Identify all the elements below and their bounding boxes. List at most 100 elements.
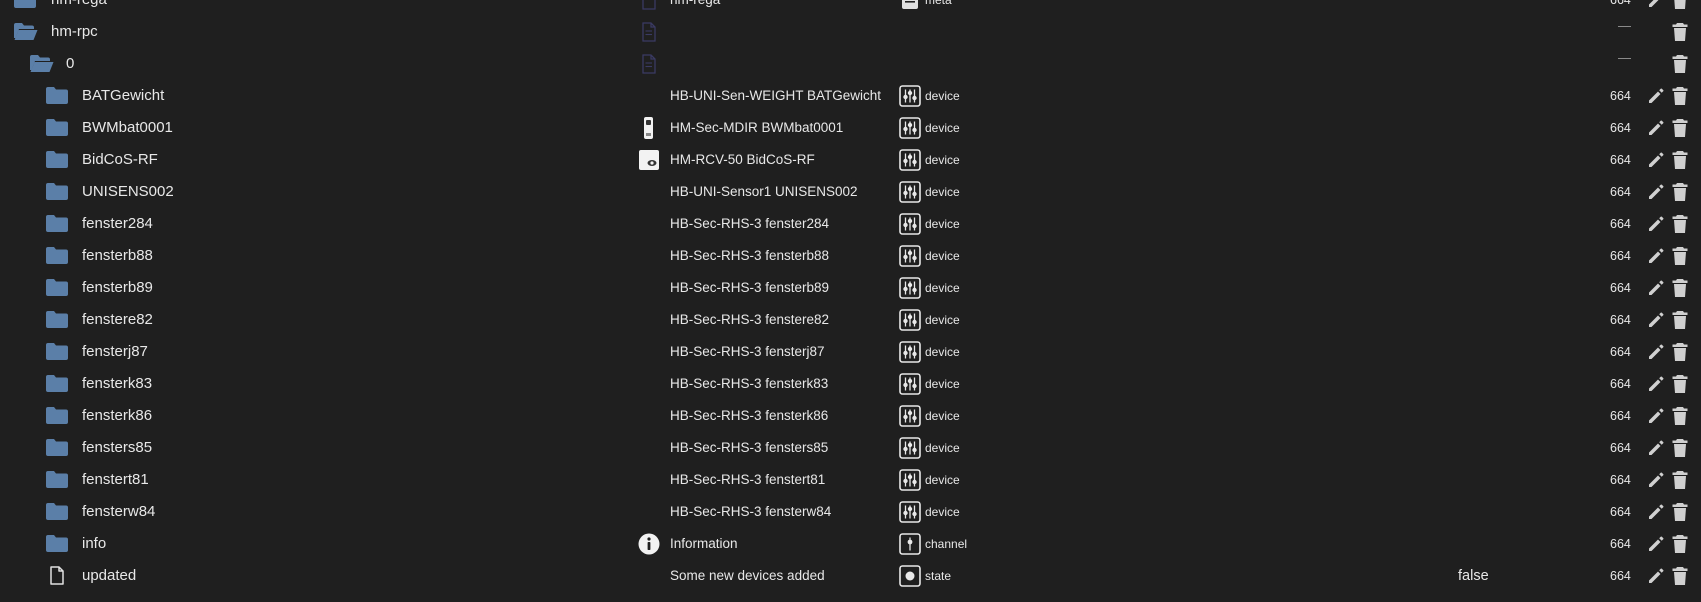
- tree-row-folder[interactable]: fenstert81 HB-Sec-RHS-3 fenstert81 device 6…: [0, 464, 1701, 496]
- delete-icon[interactable]: [1672, 214, 1688, 234]
- delete-icon[interactable]: [1672, 374, 1688, 394]
- tree-row-state[interactable]: updated Some new devices added state false 6…: [0, 560, 1701, 592]
- tree-row-folder[interactable]: fensterk86 HB-Sec-RHS-3 fensterk86 device 6…: [0, 400, 1701, 432]
- device-icon: [899, 501, 921, 523]
- tree-row-folder[interactable]: fensterb89 HB-Sec-RHS-3 fensterb89 device 6…: [0, 272, 1701, 304]
- folder-icon[interactable]: [46, 247, 68, 264]
- delete-icon[interactable]: [1672, 86, 1688, 106]
- tree-row-folder[interactable]: info Information channel 664: [0, 528, 1701, 560]
- tree-row-folder[interactable]: BidCoS-RF HM-RCV-50 BidCoS-RF device 664: [0, 144, 1701, 176]
- edit-icon[interactable]: [1646, 438, 1666, 458]
- delete-icon[interactable]: [1672, 566, 1688, 586]
- delete-icon[interactable]: [1672, 22, 1688, 42]
- edit-icon[interactable]: [1646, 566, 1666, 586]
- folder-icon[interactable]: [46, 279, 68, 296]
- folder-icon[interactable]: [46, 215, 68, 232]
- folder-icon[interactable]: [46, 311, 68, 328]
- edit-icon[interactable]: [1646, 406, 1666, 426]
- edit-icon[interactable]: [1646, 86, 1666, 106]
- object-acl: 664: [1610, 345, 1631, 359]
- tree-row-folder[interactable]: BWMbat0001 HM-Sec-MDIR BWMbat0001 device 66…: [0, 112, 1701, 144]
- folder-icon[interactable]: [46, 87, 68, 104]
- tree-row-folder[interactable]: fensterk83 HB-Sec-RHS-3 fensterk83 device 6…: [0, 368, 1701, 400]
- object-acl: 664: [1610, 377, 1631, 391]
- object-acl: —: [1618, 50, 1631, 65]
- delete-icon[interactable]: [1672, 118, 1688, 138]
- folder-icon[interactable]: [46, 471, 68, 488]
- folder-icon[interactable]: [46, 183, 68, 200]
- edit-icon[interactable]: [1646, 246, 1666, 266]
- object-acl: 664: [1610, 89, 1631, 103]
- delete-icon[interactable]: [1672, 502, 1688, 522]
- tree-row-folder[interactable]: fensters85 HB-Sec-RHS-3 fensters85 device 6…: [0, 432, 1701, 464]
- folder-open-icon[interactable]: [14, 23, 38, 40]
- object-role: device: [925, 409, 960, 423]
- tree-row-folder[interactable]: fensterj87 HB-Sec-RHS-3 fensterj87 device 6…: [0, 336, 1701, 368]
- object-title: hm-rega: [670, 0, 720, 7]
- device-icon: [899, 149, 921, 171]
- delete-icon[interactable]: [1672, 278, 1688, 298]
- tree-row-partial[interactable]: hm-rega hm-rega meta 664: [0, 0, 1701, 16]
- delete-icon[interactable]: [1672, 246, 1688, 266]
- edit-icon[interactable]: [1646, 182, 1666, 202]
- edit-icon[interactable]: [1646, 342, 1666, 362]
- folder-icon[interactable]: [46, 151, 68, 168]
- object-title: HB-UNI-Sen-WEIGHT BATGewicht: [670, 88, 882, 103]
- tree-row-folder[interactable]: BATGewicht HB-UNI-Sen-WEIGHT BATGewicht de…: [0, 80, 1701, 112]
- folder-icon[interactable]: [46, 407, 68, 424]
- object-title: HB-Sec-RHS-3 fensterb89: [670, 280, 830, 295]
- folder-icon[interactable]: [46, 375, 68, 392]
- folder-open-icon[interactable]: [30, 55, 54, 72]
- tree-row-folder[interactable]: fensterb88 HB-Sec-RHS-3 fensterb88 device 6…: [0, 240, 1701, 272]
- delete-icon[interactable]: [1672, 342, 1688, 362]
- object-acl: 664: [1610, 185, 1631, 199]
- delete-icon[interactable]: [1672, 406, 1688, 426]
- object-title: HB-Sec-RHS-3 fenster284: [670, 216, 830, 231]
- edit-icon[interactable]: [1646, 534, 1666, 554]
- edit-icon[interactable]: [1646, 470, 1666, 490]
- tree-row-folder[interactable]: fensterw84 HB-Sec-RHS-3 fensterw84 device 6…: [0, 496, 1701, 528]
- edit-icon[interactable]: [1646, 214, 1666, 234]
- delete-icon[interactable]: [1672, 150, 1688, 170]
- edit-icon[interactable]: [1646, 150, 1666, 170]
- tree-row-folder[interactable]: 0—: [0, 48, 1701, 80]
- channel-icon: [899, 533, 921, 555]
- edit-icon[interactable]: [1646, 118, 1666, 138]
- object-acl: 664: [1610, 153, 1631, 167]
- delete-icon[interactable]: [1672, 438, 1688, 458]
- object-acl: 664: [1610, 281, 1631, 295]
- delete-icon[interactable]: [1672, 534, 1688, 554]
- tree-row-folder[interactable]: fenstere82 HB-Sec-RHS-3 fenstere82 device 6…: [0, 304, 1701, 336]
- object-name: fenstert81: [82, 471, 149, 488]
- edit-icon[interactable]: [1646, 0, 1666, 10]
- object-role: meta: [925, 0, 952, 7]
- device-icon: [899, 437, 921, 459]
- object-acl: 664: [1610, 121, 1631, 135]
- edit-icon[interactable]: [1646, 374, 1666, 394]
- delete-icon[interactable]: [1672, 470, 1688, 490]
- tree-row-folder[interactable]: UNISENS002 HB-UNI-Sensor1 UNISENS002 devic…: [0, 176, 1701, 208]
- folder-icon[interactable]: [46, 535, 68, 552]
- device-icon: [899, 373, 921, 395]
- tree-row-folder[interactable]: hm-rpc —: [0, 16, 1701, 48]
- folder-icon[interactable]: [46, 119, 68, 136]
- tree-row-folder[interactable]: fenster284 HB-Sec-RHS-3 fenster284 device 6…: [0, 208, 1701, 240]
- object-name: fensterb88: [82, 247, 153, 264]
- edit-icon[interactable]: [1646, 502, 1666, 522]
- delete-icon[interactable]: [1672, 310, 1688, 330]
- folder-icon[interactable]: [46, 439, 68, 456]
- folder-icon[interactable]: [46, 343, 68, 360]
- delete-icon[interactable]: [1672, 0, 1688, 10]
- delete-icon[interactable]: [1672, 182, 1688, 202]
- object-role: device: [925, 281, 960, 295]
- object-name: fensterj87: [82, 343, 148, 360]
- object-name: fensters85: [82, 439, 153, 456]
- edit-icon[interactable]: [1646, 310, 1666, 330]
- object-title: HB-Sec-RHS-3 fenstert81: [670, 472, 826, 487]
- folder-icon[interactable]: [46, 503, 68, 520]
- object-name: BWMbat0001: [82, 119, 173, 136]
- object-acl: 664: [1610, 217, 1631, 231]
- object-acl: 664: [1610, 537, 1631, 551]
- delete-icon[interactable]: [1672, 54, 1688, 74]
- edit-icon[interactable]: [1646, 278, 1666, 298]
